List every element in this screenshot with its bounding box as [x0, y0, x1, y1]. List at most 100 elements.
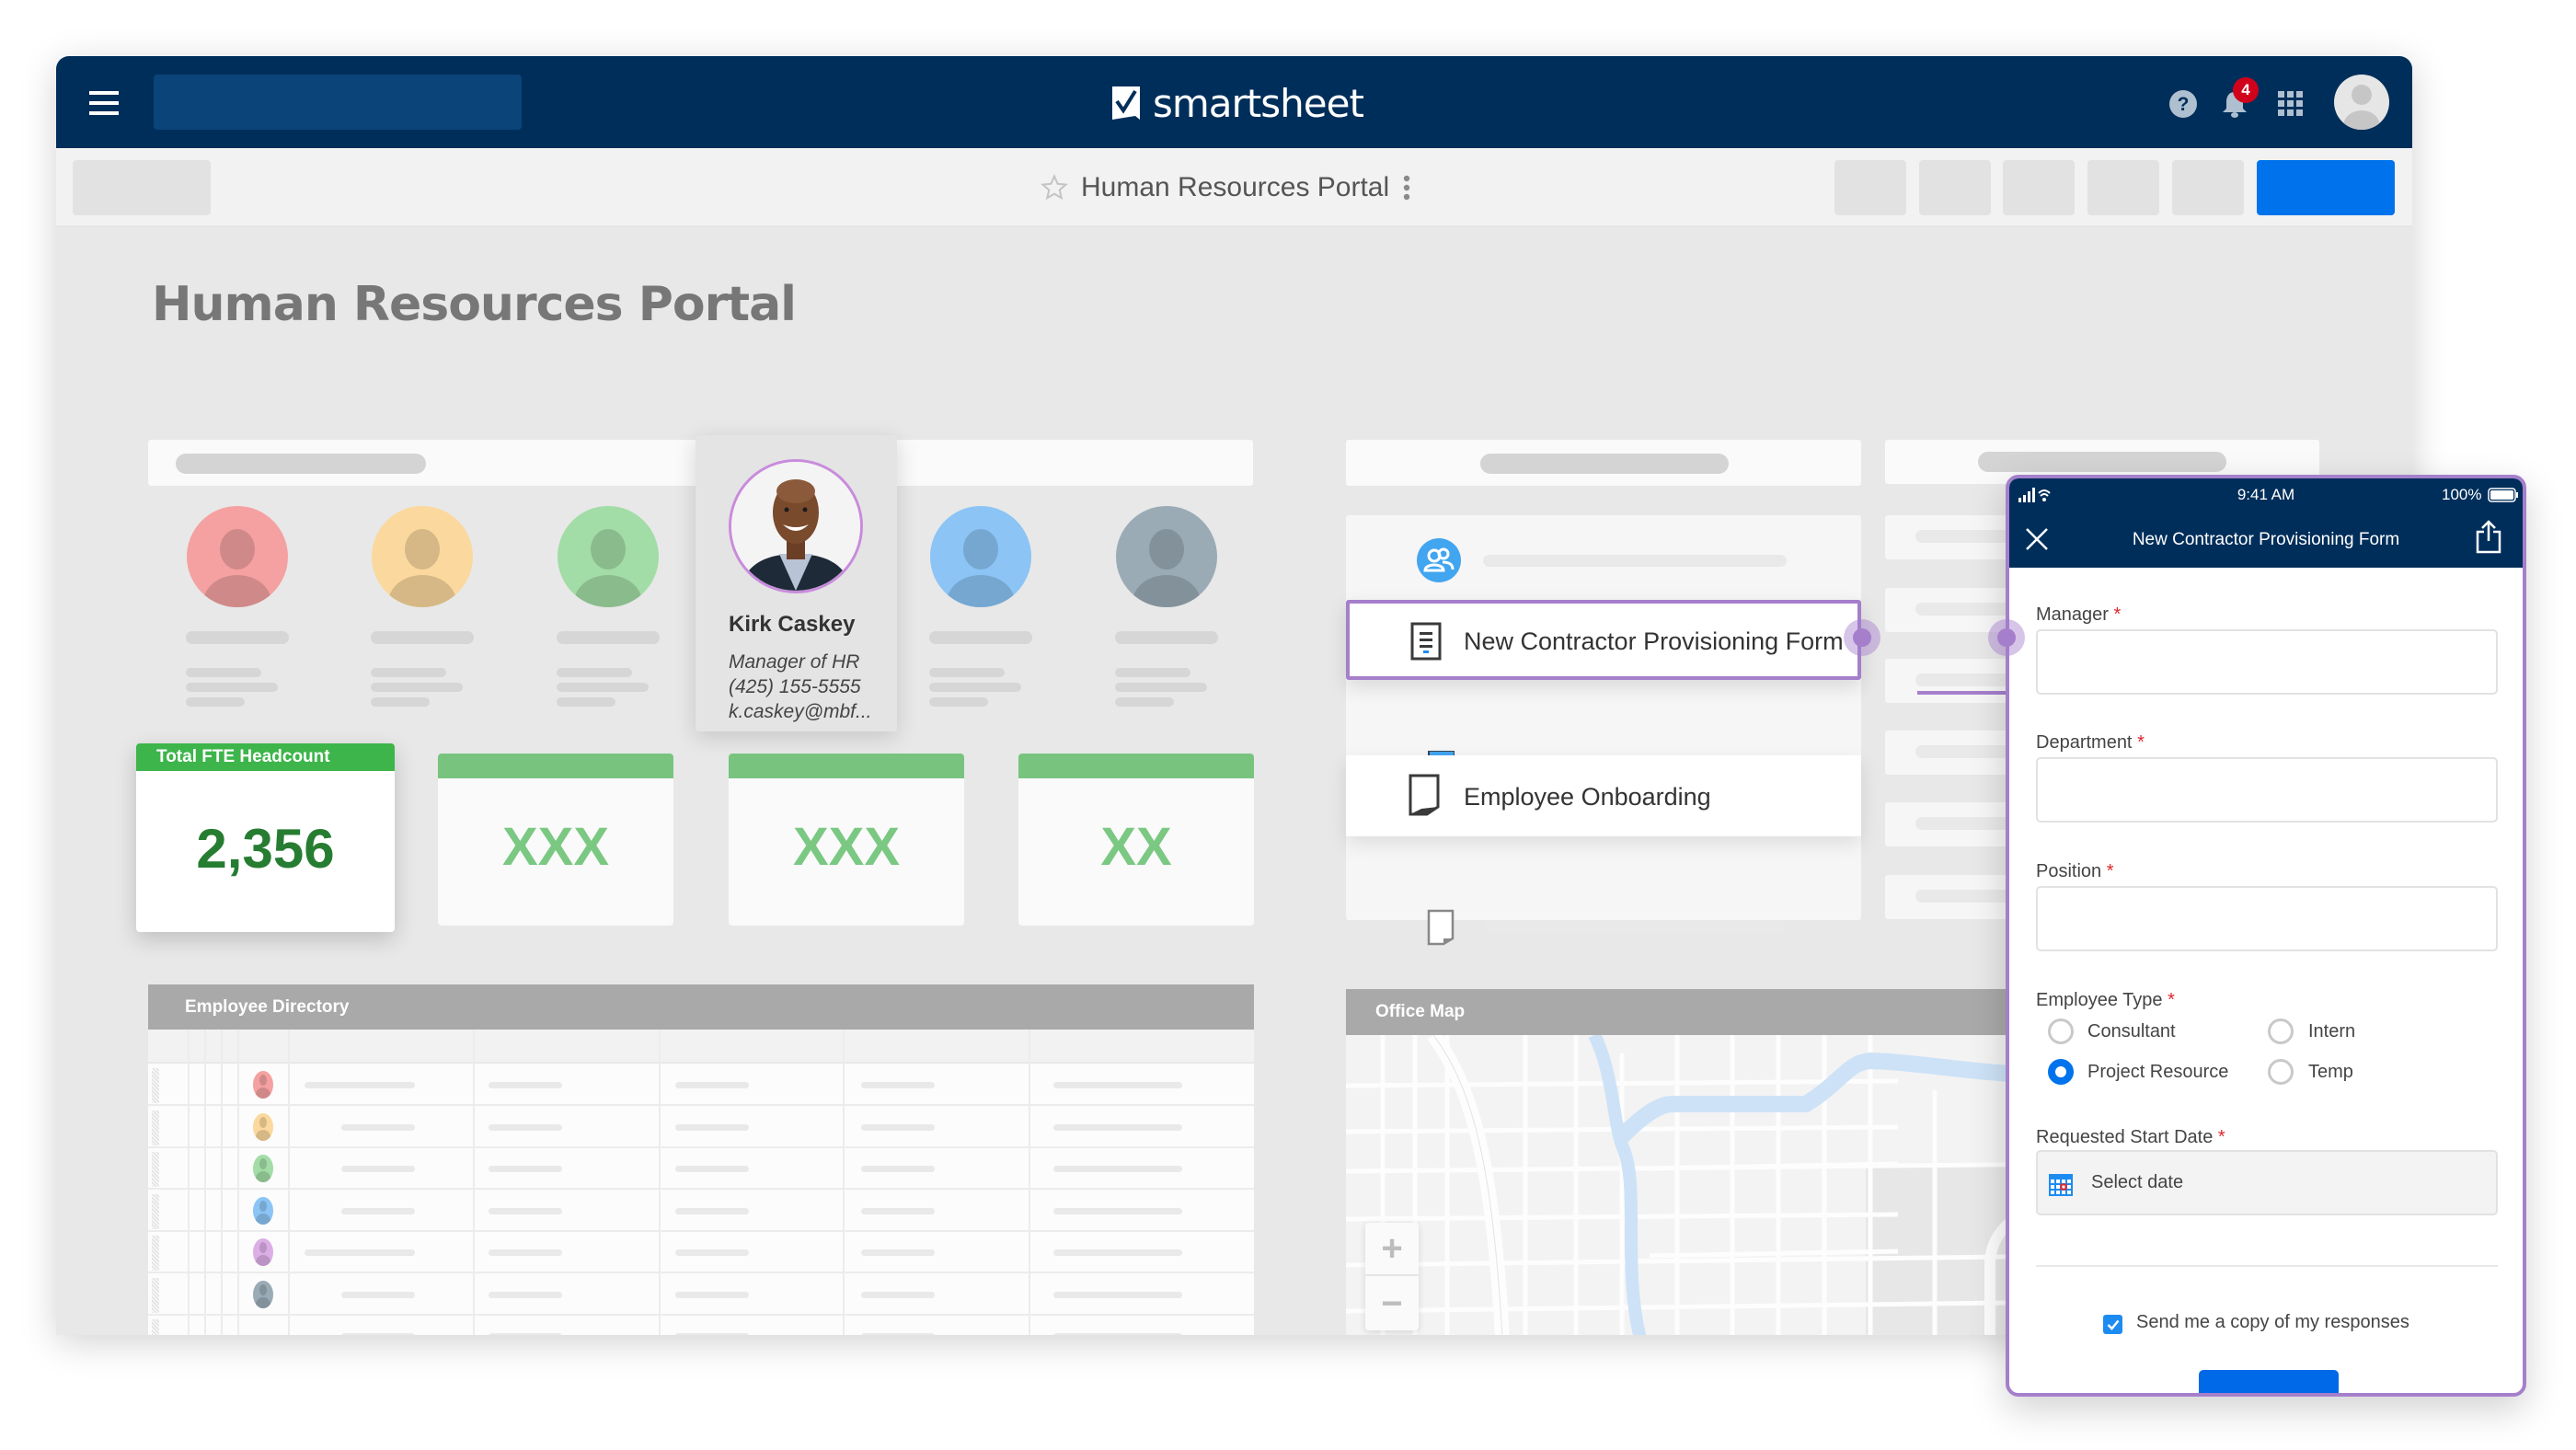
profile-name: Kirk Caskey — [729, 612, 856, 637]
svg-text:?: ? — [2178, 94, 2190, 115]
toolbar-button-2[interactable] — [1919, 160, 1991, 215]
column-divider — [188, 1030, 190, 1335]
help-icon[interactable]: ? — [2168, 89, 2198, 119]
kpi-value: XXX — [792, 817, 901, 877]
table-row[interactable] — [148, 1064, 1254, 1106]
form-icon — [1410, 622, 1442, 661]
logo-check-icon — [1112, 86, 1140, 120]
star-icon[interactable] — [1041, 174, 1068, 201]
cell-placeholder — [489, 1082, 562, 1088]
toolbar-button-4[interactable] — [2087, 160, 2159, 215]
sheet-title: Human Resources Portal — [1081, 172, 1390, 202]
kebab-menu-icon[interactable] — [1402, 174, 1411, 201]
radio-temp[interactable] — [2268, 1059, 2294, 1085]
field-label-position: Position * — [2036, 861, 2114, 881]
placeholder-bar — [371, 631, 474, 644]
placeholder-bar — [176, 454, 426, 474]
position-input[interactable] — [2036, 886, 2498, 951]
menu-icon[interactable] — [89, 91, 119, 115]
placeholder-bar — [557, 697, 615, 707]
send-copy-checkbox[interactable] — [2103, 1315, 2122, 1334]
table-row[interactable] — [148, 1316, 1254, 1335]
smartsheet-logo: smartsheet — [1112, 81, 1364, 126]
table-row[interactable] — [148, 1148, 1254, 1190]
radio-intern[interactable] — [2268, 1018, 2294, 1044]
sheet-toolbar: Human Resources Portal — [56, 148, 2412, 227]
cell-placeholder — [1053, 1249, 1182, 1256]
status-battery: 100% — [2442, 486, 2482, 503]
placeholder-bar — [1480, 454, 1729, 474]
row-drag-handle[interactable] — [152, 1236, 159, 1271]
placeholder-bar — [1115, 683, 1207, 692]
form-divider — [2036, 1265, 2498, 1267]
map-canvas[interactable] — [1346, 1035, 2082, 1335]
radio-label-project-resource: Project Resource — [2087, 1062, 2229, 1082]
link-label: Employee Onboarding — [1464, 783, 1711, 811]
department-input[interactable] — [2036, 757, 2498, 823]
toolbar-button-1[interactable] — [1834, 160, 1906, 215]
row-drag-handle[interactable] — [152, 1152, 159, 1187]
links-panel-header — [1346, 440, 1861, 486]
share-icon[interactable] — [2475, 519, 2502, 554]
cell-placeholder — [675, 1082, 749, 1088]
row-avatar — [253, 1112, 273, 1141]
page-title: Human Resources Portal — [152, 277, 797, 332]
start-date-input[interactable]: Select date — [2036, 1150, 2498, 1215]
radio-project-resource[interactable] — [2048, 1059, 2074, 1085]
zoom-out-button[interactable]: − — [1365, 1277, 1419, 1330]
placeholder-bar — [186, 631, 289, 644]
cell-placeholder — [305, 1082, 415, 1088]
search-input[interactable] — [154, 75, 522, 130]
table-row[interactable] — [148, 1273, 1254, 1316]
cell-placeholder — [1053, 1333, 1182, 1335]
manager-input[interactable] — [2036, 629, 2498, 695]
person-avatar[interactable] — [1116, 506, 1217, 607]
person-avatar[interactable] — [372, 506, 473, 607]
links-list — [1346, 515, 1861, 946]
apps-grid-icon[interactable] — [2276, 89, 2306, 119]
cell-placeholder — [675, 1207, 749, 1214]
row-drag-handle[interactable] — [152, 1193, 159, 1229]
mobile-form: 9:41 AM 100% New Contractor Provisioning… — [2006, 475, 2526, 1397]
cell-placeholder — [1053, 1166, 1182, 1172]
user-avatar[interactable] — [2334, 75, 2389, 130]
toolbar-button-3[interactable] — [2003, 160, 2075, 215]
share-button[interactable] — [2257, 160, 2395, 215]
toolbar-button-5[interactable] — [2172, 160, 2244, 215]
cell-placeholder — [489, 1166, 562, 1172]
submit-button[interactable] — [2199, 1370, 2339, 1393]
column-divider — [659, 1030, 661, 1335]
person-avatar[interactable] — [187, 506, 288, 607]
zoom-in-button[interactable]: + — [1365, 1223, 1419, 1276]
row-drag-handle[interactable] — [152, 1110, 159, 1145]
placeholder-bar — [186, 668, 261, 677]
person-avatar[interactable] — [558, 506, 659, 607]
placeholder-bar — [1115, 668, 1190, 677]
cell-placeholder — [489, 1123, 562, 1131]
placeholder-bar — [557, 683, 649, 692]
person-avatar[interactable] — [930, 506, 1031, 607]
row-drag-handle[interactable] — [152, 1319, 159, 1335]
cell-placeholder — [675, 1333, 749, 1335]
radio-consultant[interactable] — [2048, 1018, 2074, 1044]
kpi-card-placeholder: XX — [1018, 754, 1254, 926]
row-avatar — [253, 1238, 273, 1266]
toolbar-left-button[interactable] — [73, 160, 211, 215]
kpi-card-total-fte: Total FTE Headcount 2,356 — [136, 743, 395, 932]
link-employee-onboarding[interactable]: Employee Onboarding — [1346, 755, 1861, 836]
profile-card[interactable]: Kirk Caskey Manager of HR (425) 155-5555… — [696, 435, 897, 731]
cell-placeholder — [305, 1249, 415, 1256]
person-photo-icon — [731, 462, 860, 591]
column-divider — [221, 1030, 223, 1335]
row-drag-handle[interactable] — [152, 1277, 159, 1313]
link-new-contractor-form[interactable]: New Contractor Provisioning Form — [1346, 600, 1861, 680]
kpi-value: 2,356 — [196, 818, 335, 880]
office-map[interactable]: Office Map + − — [1346, 989, 2082, 1335]
table-row[interactable] — [148, 1190, 1254, 1232]
user-silhouette-icon — [2343, 85, 2380, 130]
profile-photo — [729, 459, 863, 593]
table-row[interactable] — [148, 1106, 1254, 1148]
map-title: Office Map — [1375, 1002, 1466, 1021]
row-drag-handle[interactable] — [152, 1068, 159, 1103]
table-row[interactable] — [148, 1232, 1254, 1273]
